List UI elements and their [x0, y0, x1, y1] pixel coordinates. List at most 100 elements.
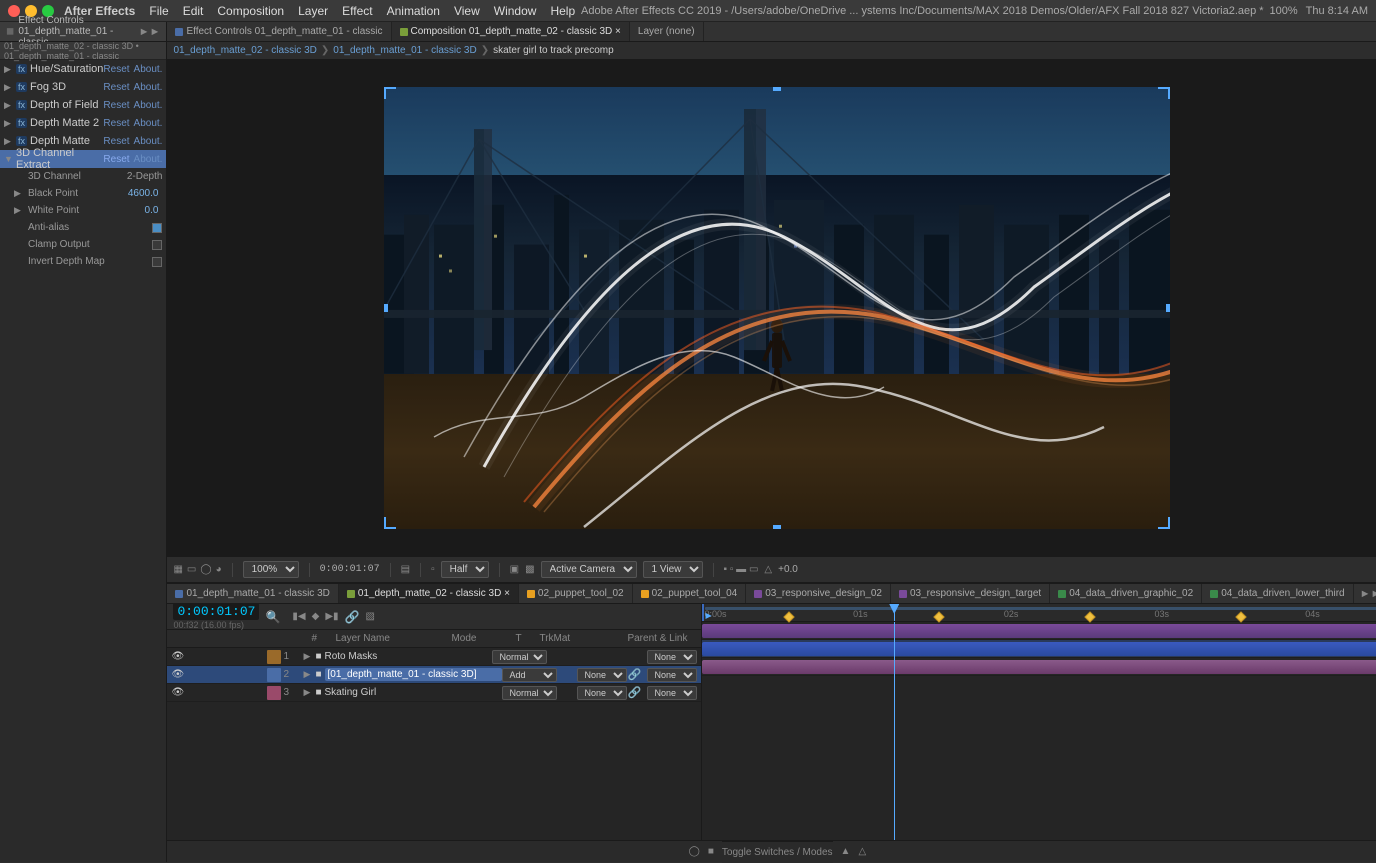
tab-layer[interactable]: Layer (none): [630, 22, 704, 42]
layer-parent-select[interactable]: None: [647, 668, 697, 682]
prop-value[interactable]: 0.0: [145, 205, 159, 216]
keyframe-next-icon[interactable]: ▶▮: [325, 611, 338, 622]
region-icon[interactable]: ▣: [510, 564, 519, 575]
layer-row-1[interactable]: 👁 1 ▶ ■ Roto Masks Normal: [167, 648, 701, 666]
prop-invert-depth[interactable]: Invert Depth Map: [0, 253, 166, 270]
corner-handle-tr[interactable]: [1158, 87, 1170, 99]
snapshot-icon[interactable]: ▤: [401, 564, 410, 575]
prop-value[interactable]: 4600.0: [128, 188, 159, 199]
tl-tab-5[interactable]: 03_responsive_design_target: [891, 584, 1050, 604]
about-button[interactable]: About.: [134, 82, 163, 93]
edge-handle-top[interactable]: [773, 87, 781, 91]
expand-icon[interactable]: △: [858, 846, 866, 857]
expand-icon[interactable]: ▶: [4, 100, 16, 111]
reset-button[interactable]: Reset: [103, 82, 129, 93]
about-button[interactable]: About.: [134, 118, 163, 129]
menu-composition[interactable]: Composition: [217, 4, 284, 18]
reset-button[interactable]: Reset: [103, 118, 129, 129]
panel-menu-icon[interactable]: ►►: [139, 26, 161, 38]
edge-handle-left[interactable]: [384, 304, 388, 312]
layer-expand-icon[interactable]: ▶: [303, 687, 315, 698]
clamp-output-checkbox[interactable]: [152, 240, 162, 250]
track-row-2[interactable]: [702, 640, 1376, 658]
expand-icon[interactable]: ▶: [4, 136, 16, 147]
edge-handle-bottom[interactable]: [773, 525, 781, 529]
layer-expand-icon[interactable]: ▶: [303, 651, 315, 662]
tl-tab-3[interactable]: 02_puppet_tool_04: [633, 584, 747, 604]
tab-effect-controls[interactable]: Effect Controls 01_depth_matte_01 - clas…: [167, 22, 391, 42]
effect-3d-channel-extract[interactable]: ▼ 3D Channel Extract Reset About.: [0, 150, 166, 168]
add-keyframe-icon[interactable]: ◆: [312, 611, 320, 622]
link-icon[interactable]: 🔗: [345, 610, 360, 624]
menu-layer[interactable]: Layer: [298, 4, 328, 18]
tl-tab-4[interactable]: 03_responsive_design_02: [746, 584, 891, 604]
effect-depth-of-field[interactable]: ▶ fx Depth of Field Reset About.: [0, 96, 166, 114]
edge-handle-right[interactable]: [1166, 304, 1170, 312]
layer-row-2[interactable]: 👁 2 ▶ ■ [01_depth_matte_01 - classic 3D]…: [167, 666, 701, 684]
reset-button[interactable]: Reset: [103, 154, 129, 165]
about-button[interactable]: About.: [134, 136, 163, 147]
composition-viewer[interactable]: [167, 60, 1376, 556]
zoom-dropdown[interactable]: 100%: [243, 561, 299, 578]
track-ruler[interactable]: 0:00s 01s 02s 03s 04s ▶: [702, 604, 1376, 622]
anti-alias-checkbox[interactable]: [152, 223, 162, 233]
tl-tab-2[interactable]: 02_puppet_tool_02: [519, 584, 633, 604]
prop-white-point[interactable]: ▶ White Point 0.0: [0, 202, 166, 219]
expand-icon[interactable]: ▶: [4, 82, 16, 93]
keyframe-nav-icon[interactable]: ▮◀: [292, 611, 305, 622]
expand-icon[interactable]: ▶: [14, 205, 26, 216]
layer-mode-select[interactable]: Add: [502, 668, 557, 682]
layer-row-3[interactable]: 👁 3 ▶ ■ Skating Girl Normal None: [167, 684, 701, 702]
reset-button[interactable]: Reset: [103, 100, 129, 111]
col-trkmat-select[interactable]: None: [577, 686, 627, 700]
layer-expand-icon[interactable]: ▶: [303, 669, 315, 680]
zoom-slider[interactable]: ■: [708, 846, 714, 857]
zoom-out-icon[interactable]: ▲: [841, 846, 851, 857]
corner-handle-tl[interactable]: [384, 87, 396, 99]
menu-effect[interactable]: Effect: [342, 4, 372, 18]
track-row-3[interactable]: [702, 658, 1376, 676]
corner-handle-br[interactable]: [1158, 517, 1170, 529]
about-button[interactable]: About.: [134, 154, 163, 165]
camera-icon[interactable]: ◕: [216, 564, 222, 575]
tab-composition[interactable]: Composition 01_depth_matte_02 - classic …: [392, 22, 630, 42]
breadcrumb-comp[interactable]: 01_depth_matte_02 - classic 3D: [173, 45, 316, 56]
about-button[interactable]: About.: [134, 100, 163, 111]
effect-hue-saturation[interactable]: ▶ fx Hue/Saturation Reset About.: [0, 60, 166, 78]
zoom-in-icon[interactable]: ◯: [689, 846, 700, 857]
breadcrumb-layer[interactable]: 01_depth_matte_01 - classic 3D: [333, 45, 476, 56]
tl-tab-0[interactable]: 01_depth_matte_01 - classic 3D: [167, 584, 338, 604]
menu-animation[interactable]: Animation: [387, 4, 440, 18]
camera-dropdown[interactable]: Active Camera: [541, 561, 637, 578]
menu-edit[interactable]: Edit: [183, 4, 204, 18]
effect-fog3d[interactable]: ▶ fx Fog 3D Reset About.: [0, 78, 166, 96]
prop-anti-alias[interactable]: Anti-alias: [0, 219, 166, 236]
visibility-toggle[interactable]: 👁: [171, 669, 187, 680]
expand-icon[interactable]: ▶: [4, 64, 16, 75]
menu-bar[interactable]: File Edit Composition Layer Effect Anima…: [149, 4, 575, 18]
col-trkmat-select[interactable]: None: [577, 668, 627, 682]
tl-tab-6[interactable]: 04_data_driven_graphic_02: [1050, 584, 1202, 604]
expand-icon[interactable]: ▶: [14, 188, 26, 199]
quality-dropdown[interactable]: Half: [441, 561, 489, 578]
layer-mode-select[interactable]: Normal: [492, 650, 547, 664]
layer-mode-select[interactable]: Normal: [502, 686, 557, 700]
layer-parent-select[interactable]: None: [647, 686, 697, 700]
color-mode-icon[interactable]: ▫: [431, 564, 435, 575]
transparency-icon[interactable]: ▩: [525, 564, 534, 575]
invert-depth-checkbox[interactable]: [152, 257, 162, 267]
effect-depth-matte2[interactable]: ▶ fx Depth Matte 2 Reset About.: [0, 114, 166, 132]
track-row-1[interactable]: [702, 622, 1376, 640]
expand-icon[interactable]: ▶: [4, 118, 16, 129]
more-tabs-button[interactable]: ►►: [1354, 588, 1376, 600]
prop-clamp-output[interactable]: Clamp Output: [0, 236, 166, 253]
search-button[interactable]: 🔍: [265, 610, 280, 624]
graph-editor-icon[interactable]: ▧: [365, 611, 374, 622]
motion-blur-icon[interactable]: ◯: [200, 564, 211, 575]
menu-help[interactable]: Help: [550, 4, 575, 18]
grid-icon[interactable]: ▦: [173, 564, 182, 575]
tl-tab-7[interactable]: 04_data_driven_lower_third: [1202, 584, 1353, 604]
views-dropdown[interactable]: 1 View: [643, 561, 703, 578]
layer-parent-select[interactable]: None: [647, 650, 697, 664]
mask-icon[interactable]: ▭: [187, 564, 196, 575]
